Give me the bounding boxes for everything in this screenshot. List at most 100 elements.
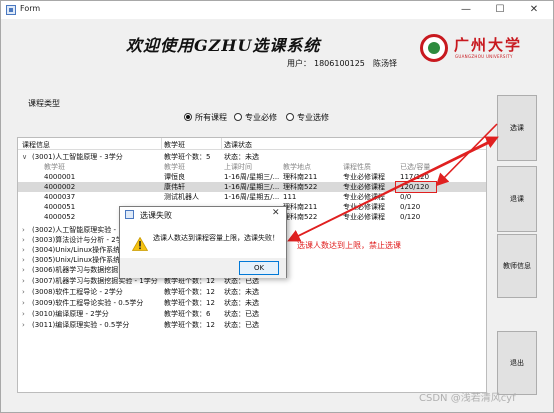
radio-elective[interactable]: 专业选修 <box>286 112 329 123</box>
course-name: (3003)算法设计与分析 - 2学 <box>32 236 123 244</box>
dialog-body: 选课人数达到课程容量上限，选课失败！ <box>120 222 286 258</box>
teacher-info-label: 教师信息 <box>503 262 531 270</box>
tree-row-course[interactable]: ∨ (3001)人工智能原理 - 3学分 教学班个数：5 状态：未选 <box>18 152 486 162</box>
class-time: 1-16周/星期三/... <box>224 183 280 191</box>
subheader-type: 课程性质 <box>343 163 371 171</box>
class-type: 专业必修课程 <box>343 193 385 201</box>
minimize-button[interactable]: — <box>449 1 483 19</box>
class-type: 专业必修课程 <box>343 213 385 221</box>
expand-arrow-icon[interactable]: › <box>22 309 25 319</box>
class-count: 教学班个数：12 <box>164 288 215 296</box>
class-place: 理科南522 <box>283 213 318 221</box>
user-id: 1806100125 <box>314 59 365 68</box>
window-title: Form <box>20 4 41 13</box>
expand-arrow-icon[interactable]: › <box>22 235 25 245</box>
class-count: 教学班个数：12 <box>164 299 215 307</box>
subheader-teacher: 教学班 <box>164 163 185 171</box>
class-id: 4000051 <box>44 203 76 211</box>
radio-unselected-icon <box>286 113 294 121</box>
user-label: 用户： <box>287 59 311 68</box>
teacher-info-button[interactable]: 教师信息 <box>497 234 537 298</box>
class-id: 4000052 <box>44 213 76 221</box>
class-teacher: 测试机器人 <box>164 193 199 201</box>
subheader-class: 教学班 <box>44 163 65 171</box>
exit-label: 退出 <box>510 359 524 367</box>
class-count: 教学班个数：5 <box>164 153 211 161</box>
subheader-time: 上课时间 <box>224 163 252 171</box>
course-name: (3009)软件工程导论实验 - 0.5学分 <box>32 299 144 307</box>
expand-arrow-icon[interactable]: › <box>22 255 25 265</box>
drop-course-button[interactable]: 退课 <box>497 166 537 232</box>
dialog-title-bar[interactable]: 选课失败 ✕ <box>120 207 286 222</box>
class-row[interactable]: 4000037 测试机器人 1-16周/星期五/... 111 专业必修课程 0… <box>18 192 486 202</box>
dialog-footer: OK <box>120 258 286 278</box>
class-place: 111 <box>283 193 297 201</box>
header-class[interactable]: 教学班 <box>164 140 185 150</box>
dialog-app-icon <box>125 210 134 219</box>
title-bar[interactable]: Form — ☐ ✕ <box>1 1 553 19</box>
close-button[interactable]: ✕ <box>517 1 551 19</box>
watermark: CSDN @浅若清风cyf <box>419 393 516 404</box>
radio-selected-icon <box>184 113 192 121</box>
class-teacher: 康伟轩 <box>164 183 185 191</box>
tree-row-course[interactable]: › (3008)软件工程导论 - 2学分 教学班个数：12 状态：未选 <box>18 287 486 297</box>
subheader-place: 教学地点 <box>283 163 311 171</box>
warning-icon <box>132 237 148 251</box>
maximize-button[interactable]: ☐ <box>483 1 517 19</box>
class-count: 教学班个数：6 <box>164 310 211 318</box>
header-status[interactable]: 选课状态 <box>224 140 252 150</box>
radio-all-courses[interactable]: 所有课程 <box>184 112 227 123</box>
tree-header: 课程信息 教学班 选课状态 <box>18 138 486 150</box>
class-type: 专业必修课程 <box>343 173 385 181</box>
dialog-message: 选课人数达到课程容量上限，选课失败！ <box>153 234 279 242</box>
drop-course-label: 退课 <box>510 195 524 203</box>
course-type-label: 课程类型 <box>28 99 60 108</box>
radio-label: 专业选修 <box>297 113 329 122</box>
expand-arrow-icon[interactable]: › <box>22 245 25 255</box>
course-name: (3010)编译原理 - 2学分 <box>32 310 109 318</box>
dialog-close-button[interactable]: ✕ <box>272 208 280 218</box>
course-status: 状态：已选 <box>224 321 259 329</box>
radio-label: 所有课程 <box>195 113 227 122</box>
class-type: 专业必修课程 <box>343 183 385 191</box>
course-name: (3002)人工智能原理实验 - <box>32 226 117 234</box>
class-capacity: 0/120 <box>400 213 421 221</box>
expand-arrow-icon[interactable]: › <box>22 287 25 297</box>
dialog-title: 选课失败 <box>140 211 172 220</box>
class-id: 4000002 <box>44 183 76 191</box>
expand-arrow-icon[interactable]: › <box>22 298 25 308</box>
error-dialog: 选课失败 ✕ 选课人数达到课程容量上限，选课失败！ OK <box>119 206 287 278</box>
ok-button[interactable]: OK <box>239 261 279 275</box>
class-place: 理科南211 <box>283 203 318 211</box>
expand-arrow-icon[interactable]: › <box>22 276 25 286</box>
header-course-info[interactable]: 课程信息 <box>22 140 50 150</box>
select-course-button[interactable]: 选课 <box>497 95 537 161</box>
class-id: 4000037 <box>44 193 76 201</box>
course-name: (3008)软件工程导论 - 2学分 <box>32 288 123 296</box>
expand-arrow-icon[interactable]: › <box>22 225 25 235</box>
annotation-text: 选课人数达到上限，禁止选课 <box>297 241 401 250</box>
course-name: (3005)Unix/Linux操作系统 <box>32 256 121 264</box>
class-time: 1-16周/星期五/... <box>224 193 280 201</box>
course-name: (3006)机器学习与数据挖掘 <box>32 266 119 274</box>
class-place: 理科南211 <box>283 173 318 181</box>
class-id: 4000001 <box>44 173 76 181</box>
tree-row-course[interactable]: › (3011)编译原理实验 - 0.5学分 教学班个数：12 状态：已选 <box>18 320 486 330</box>
course-status: 状态：未选 <box>224 299 259 307</box>
tree-row-course[interactable]: › (3010)编译原理 - 2学分 教学班个数：6 状态：已选 <box>18 309 486 319</box>
class-capacity: 0/120 <box>400 203 421 211</box>
tree-row-course[interactable]: › (3009)软件工程导论实验 - 0.5学分 教学班个数：12 状态：未选 <box>18 298 486 308</box>
user-info: 用户： 1806100125 陈汤铎 <box>287 58 400 69</box>
radio-required[interactable]: 专业必修 <box>234 112 277 123</box>
course-status: 状态：未选 <box>224 153 259 161</box>
collapse-arrow-icon[interactable]: ∨ <box>22 152 27 162</box>
logo-emblem-icon <box>420 34 448 62</box>
expand-arrow-icon[interactable]: › <box>22 265 25 275</box>
class-count: 教学班个数：12 <box>164 321 215 329</box>
expand-arrow-icon[interactable]: › <box>22 320 25 330</box>
class-place: 理科南522 <box>283 183 318 191</box>
subheader-capacity: 已选/容量 <box>400 163 431 171</box>
exit-button[interactable]: 退出 <box>497 331 537 395</box>
course-status: 状态：未选 <box>224 288 259 296</box>
university-logo: 广州大学 GUANGZHOU UNIVERSITY <box>418 32 536 66</box>
